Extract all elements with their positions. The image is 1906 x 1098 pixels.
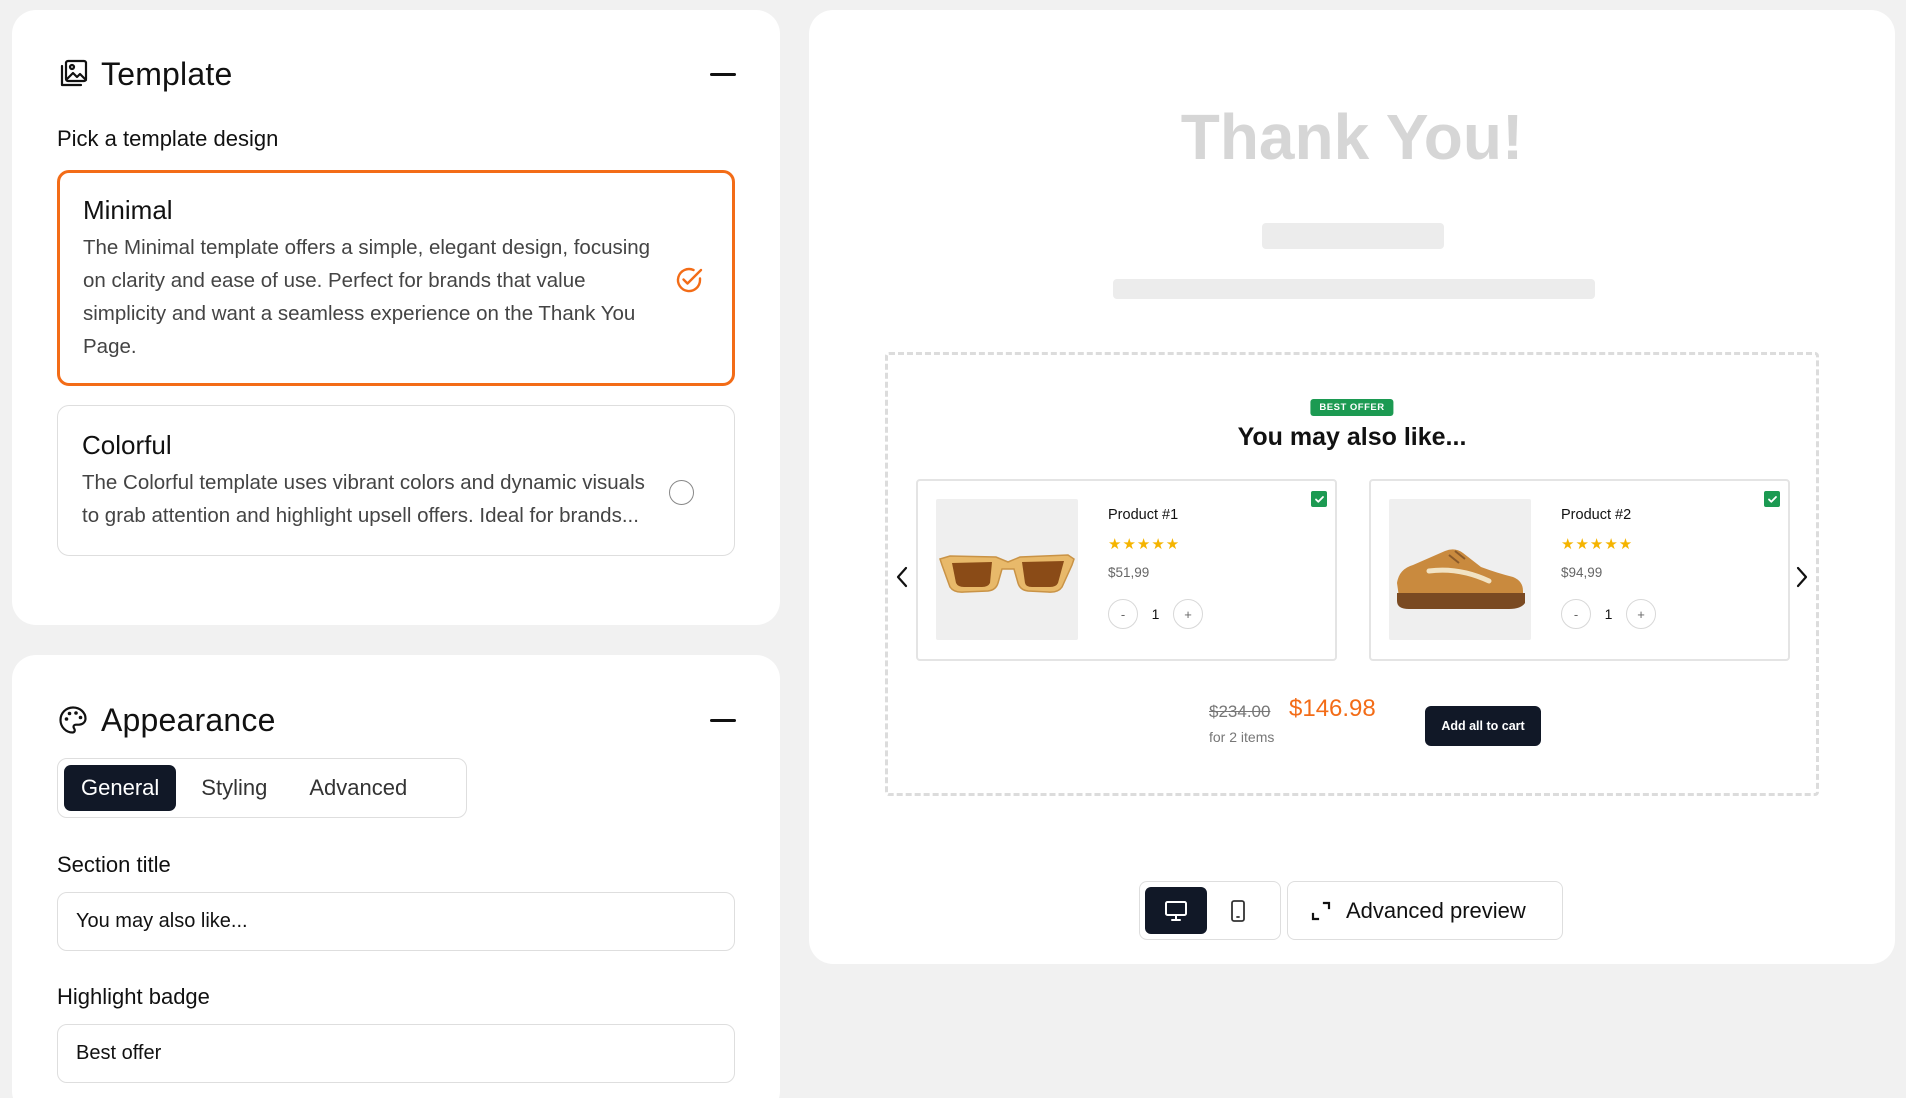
product-price: $94,99 — [1561, 565, 1603, 580]
product-price: $51,99 — [1108, 565, 1150, 580]
palette-icon — [57, 704, 89, 736]
template-header: Template — [57, 50, 737, 98]
template-subtitle: Pick a template design — [57, 126, 279, 151]
appearance-header: Appearance — [57, 696, 737, 744]
star-rating-icon: ★★★★★ — [1108, 536, 1181, 553]
appearance-tabs: General Styling Advanced — [57, 758, 467, 818]
tab-general[interactable]: General — [64, 765, 177, 811]
qty-minus-button[interactable]: - — [1561, 599, 1591, 629]
template-option-minimal[interactable]: Minimal The Minimal template offers a si… — [57, 170, 735, 386]
preview-card: Thank You! Best offer You may also like.… — [809, 10, 1895, 964]
qty-plus-button[interactable]: + — [1626, 599, 1656, 629]
product-card[interactable]: Product #1 ★★★★★ $51,99 - 1 + — [916, 479, 1337, 661]
qty-plus-button[interactable]: + — [1173, 599, 1203, 629]
skeleton-line — [1262, 223, 1444, 249]
star-rating-icon: ★★★★★ — [1561, 536, 1634, 553]
highlight-badge: Best offer — [1310, 399, 1394, 416]
highlight-badge-label: Highlight badge — [57, 984, 210, 1009]
qty-minus-button[interactable]: - — [1108, 599, 1138, 629]
qty-value: 1 — [1151, 606, 1160, 622]
sneaker-icon — [1397, 549, 1525, 609]
quantity-stepper: - 1 + — [1108, 599, 1203, 629]
radio-empty-icon[interactable] — [669, 480, 694, 505]
section-title-label: Section title — [57, 852, 171, 877]
template-gallery-icon — [57, 58, 89, 90]
minus-icon — [710, 718, 736, 722]
check-circle-icon[interactable] — [674, 265, 704, 295]
thank-you-heading: Thank You! — [1180, 101, 1524, 173]
option-description: The Colorful template uses vibrant color… — [82, 471, 645, 527]
product-image — [936, 499, 1078, 640]
product-checkbox[interactable] — [1764, 491, 1780, 507]
option-title: Minimal — [83, 195, 173, 225]
add-all-to-cart-button[interactable]: Add all to cart — [1425, 706, 1541, 746]
desktop-view-button[interactable] — [1145, 887, 1207, 934]
product-checkbox[interactable] — [1311, 491, 1327, 507]
product-card[interactable]: Product #2 ★★★★★ $94,99 - 1 + — [1369, 479, 1790, 661]
appearance-collapse-button[interactable] — [709, 706, 737, 734]
option-title: Colorful — [82, 430, 172, 460]
chevron-left-icon[interactable] — [892, 565, 912, 589]
device-toggle — [1139, 881, 1281, 940]
mobile-icon — [1231, 899, 1245, 922]
tab-styling[interactable]: Styling — [184, 765, 284, 811]
mobile-view-button[interactable] — [1207, 887, 1269, 934]
highlight-badge-input[interactable] — [57, 1024, 735, 1083]
advanced-preview-button[interactable]: Advanced preview — [1287, 881, 1563, 940]
product-name: Product #2 — [1561, 507, 1632, 523]
desktop-icon — [1165, 900, 1187, 921]
old-price: $234.00 — [1209, 702, 1271, 721]
items-note: for 2 items — [1209, 729, 1275, 745]
option-description: The Minimal template offers a simple, el… — [83, 236, 651, 358]
skeleton-line — [1113, 279, 1595, 299]
section-title-input[interactable] — [57, 892, 735, 951]
template-collapse-button[interactable] — [709, 60, 737, 88]
minus-icon — [710, 72, 736, 76]
template-card: Template Pick a template design Minimal … — [12, 10, 780, 625]
product-name: Product #1 — [1108, 507, 1179, 523]
appearance-title: Appearance — [101, 701, 276, 738]
product-image — [1389, 499, 1531, 640]
tab-advanced[interactable]: Advanced — [292, 765, 424, 811]
quantity-stepper: - 1 + — [1561, 599, 1656, 629]
qty-value: 1 — [1604, 606, 1613, 622]
sunglasses-icon — [939, 554, 1075, 593]
chevron-right-icon[interactable] — [1792, 565, 1812, 589]
bundle-price: $146.98 — [1289, 695, 1376, 722]
advanced-preview-label: Advanced preview — [1346, 897, 1526, 923]
upsell-title: You may also like... — [1237, 423, 1467, 451]
template-title: Template — [101, 55, 233, 92]
template-option-colorful[interactable]: Colorful The Colorful template uses vibr… — [57, 405, 735, 556]
appearance-card: Appearance General Styling Advanced Sect… — [12, 655, 780, 1098]
expand-icon — [1311, 901, 1331, 920]
upsell-section: Best offer You may also like... Product … — [885, 352, 1819, 796]
